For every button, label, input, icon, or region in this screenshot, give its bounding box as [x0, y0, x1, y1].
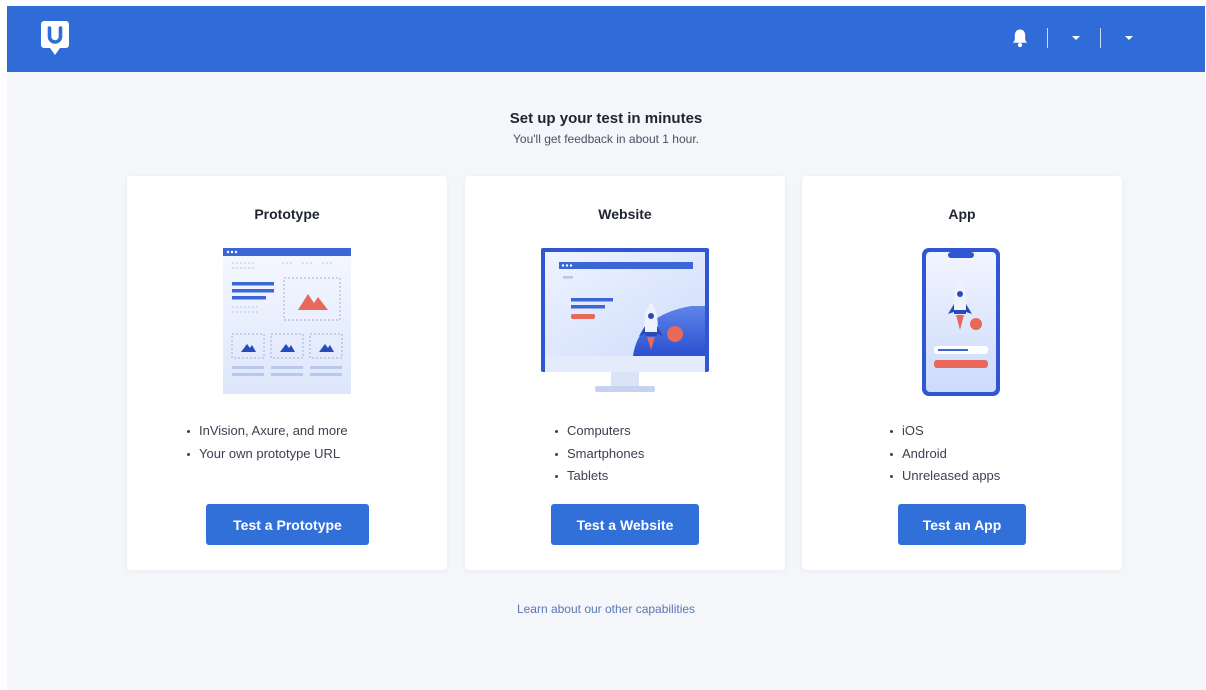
list-item: iOS	[888, 420, 1000, 443]
prototype-wireframe-illustration	[223, 248, 351, 394]
chevron-down-icon	[1072, 36, 1080, 40]
workspace-dropdown[interactable]	[1070, 32, 1082, 44]
test-website-button[interactable]: Test a Website	[551, 504, 699, 545]
divider	[1100, 28, 1101, 48]
feature-list: iOS Android Unreleased apps	[888, 420, 1000, 488]
card-title: Website	[598, 206, 652, 222]
test-app-button[interactable]: Test an App	[898, 504, 1026, 545]
smartphone-rocket-illustration	[922, 248, 1000, 396]
list-item: Unreleased apps	[888, 465, 1000, 488]
user-menu-dropdown[interactable]	[1123, 32, 1135, 44]
feature-list: Computers Smartphones Tablets	[553, 420, 644, 488]
card-title: App	[948, 206, 976, 222]
top-navigation-bar	[7, 6, 1205, 72]
prototype-card: Prototype InVision, Axure, and more Your…	[127, 176, 447, 570]
card-title: Prototype	[254, 206, 320, 222]
website-card: Website Computers Smartphones Tablets Te…	[465, 176, 785, 570]
list-item: Computers	[553, 420, 644, 443]
learn-more-link[interactable]: Learn about our other capabilities	[7, 602, 1205, 616]
list-item: Tablets	[553, 465, 644, 488]
chevron-down-icon	[1125, 36, 1133, 40]
list-item: Smartphones	[553, 443, 644, 466]
page-subtitle: You'll get feedback in about 1 hour.	[513, 132, 699, 146]
page-title: Set up your test in minutes	[509, 110, 703, 127]
divider	[1047, 28, 1048, 48]
account-controls	[1011, 27, 1135, 49]
usertesting-logo-icon[interactable]	[41, 21, 69, 55]
test-prototype-button[interactable]: Test a Prototype	[206, 504, 369, 545]
list-item: Android	[888, 443, 1000, 466]
list-item: InVision, Axure, and more	[185, 420, 348, 443]
app-frame: Set up your test in minutes You'll get f…	[7, 6, 1205, 690]
app-card: App iOS Android Unreleased apps Test an …	[802, 176, 1122, 570]
desktop-monitor-rocket-illustration	[541, 248, 709, 392]
list-item: Your own prototype URL	[185, 443, 348, 466]
feature-list: InVision, Axure, and more Your own proto…	[185, 420, 348, 465]
notification-bell-icon[interactable]	[1011, 28, 1029, 48]
